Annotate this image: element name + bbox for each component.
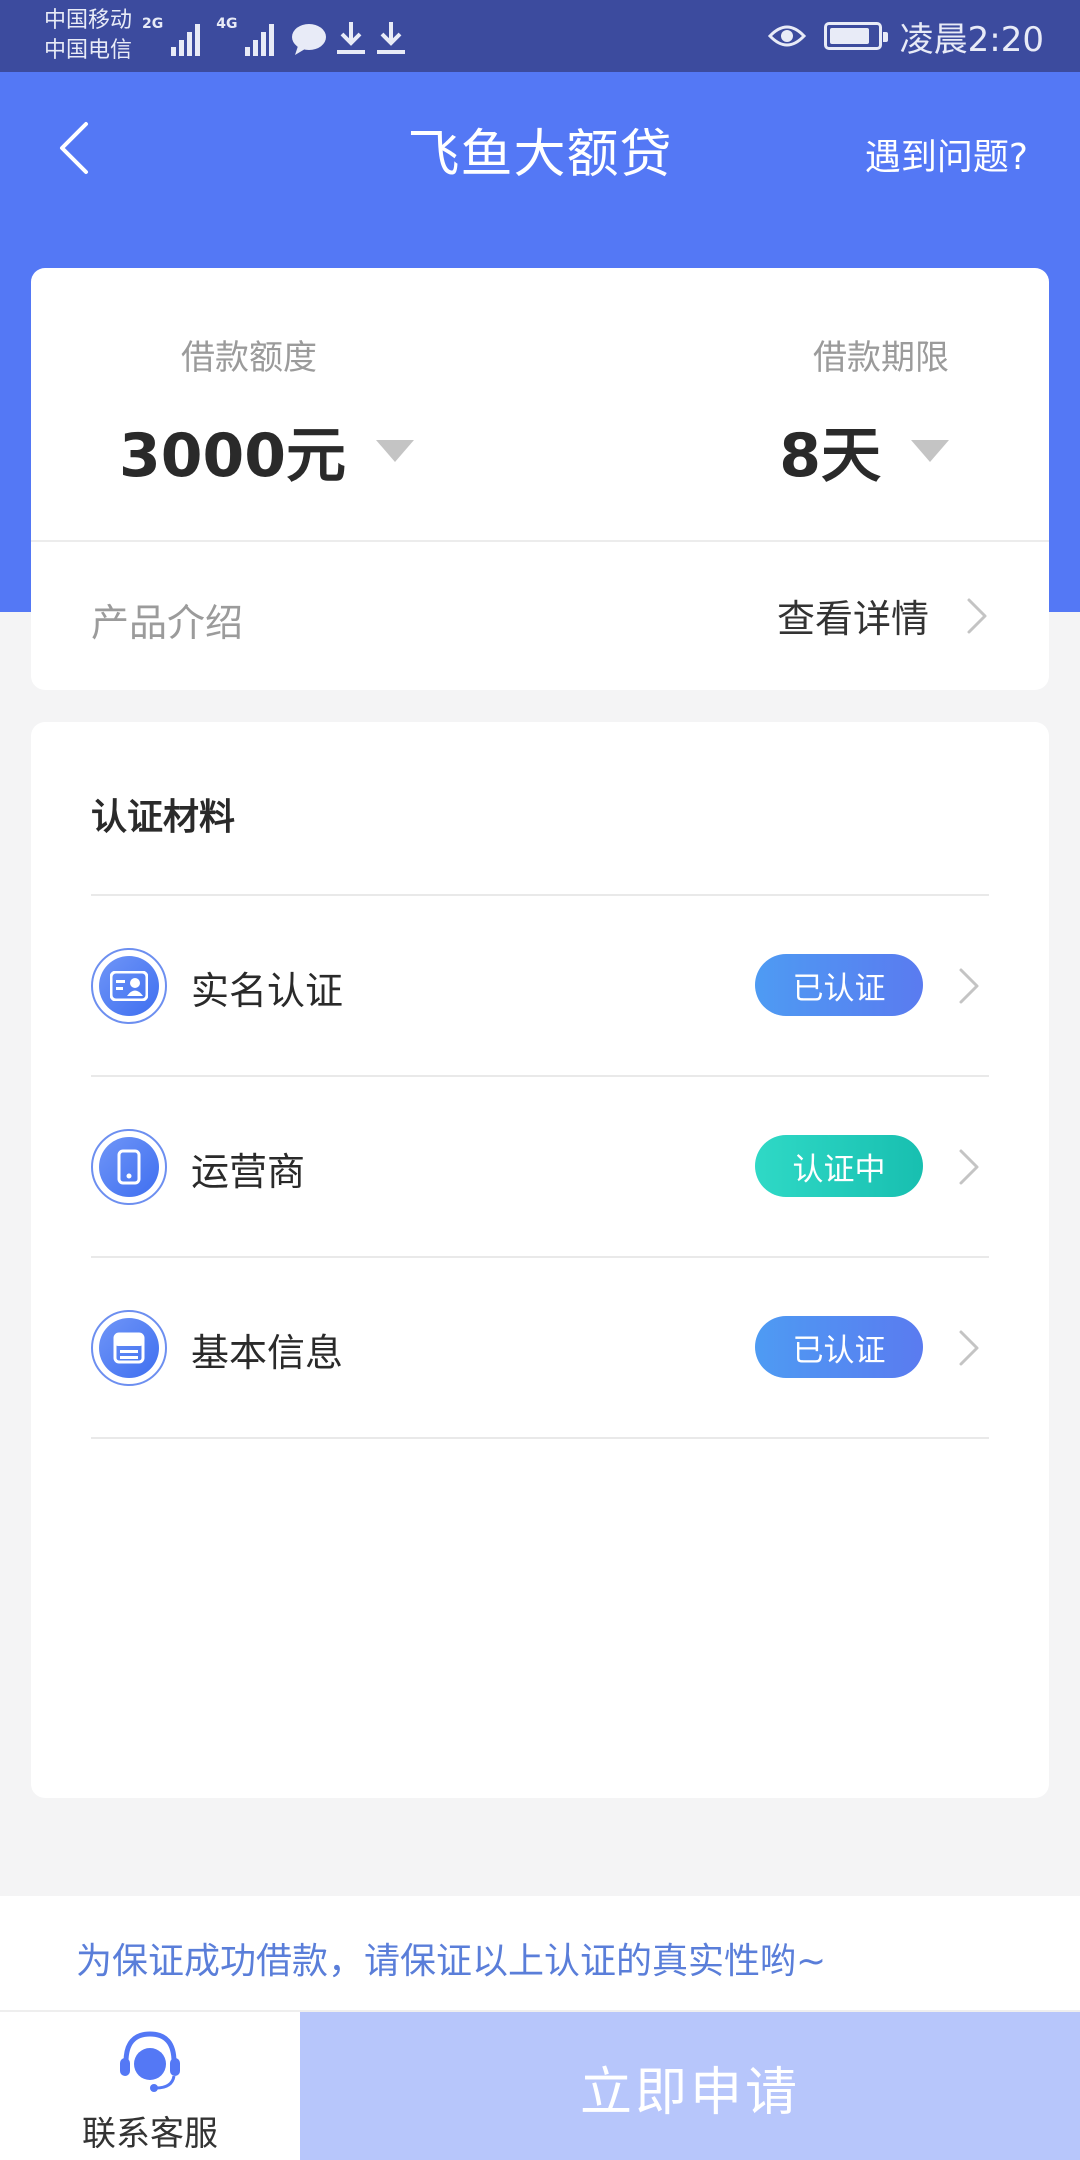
chevron-right-icon bbox=[967, 598, 987, 633]
help-link[interactable]: 遇到问题? bbox=[865, 128, 1028, 180]
loan-term-value: 8天 bbox=[779, 421, 881, 491]
dropdown-triangle-icon[interactable] bbox=[376, 439, 414, 462]
download-icon-2 bbox=[377, 22, 406, 54]
bottom-bar: 联系客服 立即申请 bbox=[0, 2010, 1080, 2160]
view-details-text: 查看详情 bbox=[776, 597, 929, 641]
loan-term-label: 借款期限 bbox=[813, 338, 949, 378]
cert-item-basic-info[interactable]: 基本信息 已认证 bbox=[91, 1258, 989, 1437]
contact-service-button[interactable]: 联系客服 bbox=[0, 2012, 300, 2160]
certification-card: 认证材料 实名认证 已认证 运营商 认证中 基本信息 已认证 bbox=[31, 722, 1049, 1798]
view-details-link[interactable]: 查看详情 bbox=[777, 588, 989, 643]
carrier-secondary: 中国电信 bbox=[44, 38, 133, 63]
download-icon bbox=[337, 22, 366, 54]
chevron-right-icon bbox=[959, 968, 979, 1004]
contact-service-label: 联系客服 bbox=[82, 2114, 218, 2154]
clock: 凌晨2:20 bbox=[899, 19, 1044, 60]
loan-term-selector[interactable]: 借款期限 8天 bbox=[779, 330, 949, 494]
notice-bar: 为保证成功借款，请保证以上认证的真实性哟~ bbox=[0, 1896, 1080, 2010]
carrier-info: 中国移动 中国电信 bbox=[44, 6, 132, 66]
id-card-icon bbox=[91, 948, 167, 1024]
chevron-right-icon bbox=[959, 1149, 979, 1185]
message-icon bbox=[292, 24, 327, 55]
product-intro-row[interactable]: 产品介绍 查看详情 bbox=[31, 542, 1049, 690]
eye-comfort-icon bbox=[767, 25, 806, 47]
document-icon bbox=[91, 1310, 167, 1386]
signal-bars-icon-2 bbox=[245, 20, 275, 56]
battery-level bbox=[829, 28, 869, 44]
loan-card: 借款额度 3000元 借款期限 8天 产品介绍 查看详情 bbox=[31, 268, 1049, 690]
loan-amount-label: 借款额度 bbox=[181, 338, 317, 378]
signal-indicators: 2G 4G bbox=[142, 16, 408, 56]
battery-icon bbox=[823, 22, 888, 50]
apply-now-button[interactable]: 立即申请 bbox=[300, 2012, 1080, 2160]
cert-item-label: 基本信息 bbox=[191, 1331, 344, 1375]
status-badge: 已认证 bbox=[755, 1316, 923, 1378]
headset-icon bbox=[120, 2031, 180, 2092]
chevron-right-icon bbox=[959, 1330, 979, 1366]
network-type-4g: 4G bbox=[216, 16, 238, 32]
status-bar: 中国移动 中国电信 2G 4G 凌晨2:20 bbox=[0, 0, 1080, 72]
status-badge: 认证中 bbox=[755, 1135, 923, 1197]
network-type-2g: 2G bbox=[142, 16, 164, 32]
phone-icon bbox=[91, 1129, 167, 1205]
loan-amount-value: 3000元 bbox=[119, 421, 346, 491]
cert-item-carrier[interactable]: 运营商 认证中 bbox=[91, 1077, 989, 1256]
nav-bar: 飞鱼大额贷 遇到问题? bbox=[0, 72, 1080, 222]
product-intro-label: 产品介绍 bbox=[91, 601, 244, 645]
cert-item-real-name[interactable]: 实名认证 已认证 bbox=[91, 896, 989, 1075]
loan-amount-selector[interactable]: 借款额度 3000元 bbox=[119, 330, 414, 494]
dropdown-triangle-icon-2[interactable] bbox=[911, 439, 949, 462]
signal-bars-icon bbox=[171, 20, 201, 56]
notice-text: 为保证成功借款，请保证以上认证的真实性哟~ bbox=[76, 1941, 827, 1982]
cert-item-label: 实名认证 bbox=[191, 969, 344, 1013]
certification-list: 实名认证 已认证 运营商 认证中 基本信息 已认证 bbox=[91, 894, 989, 1439]
cert-item-label: 运营商 bbox=[191, 1150, 306, 1194]
status-right: 凌晨2:20 bbox=[767, 0, 1044, 72]
divider bbox=[91, 1437, 989, 1439]
status-badge: 已认证 bbox=[755, 954, 923, 1016]
carrier-primary: 中国移动 bbox=[44, 8, 133, 33]
certification-title: 认证材料 bbox=[91, 797, 236, 838]
